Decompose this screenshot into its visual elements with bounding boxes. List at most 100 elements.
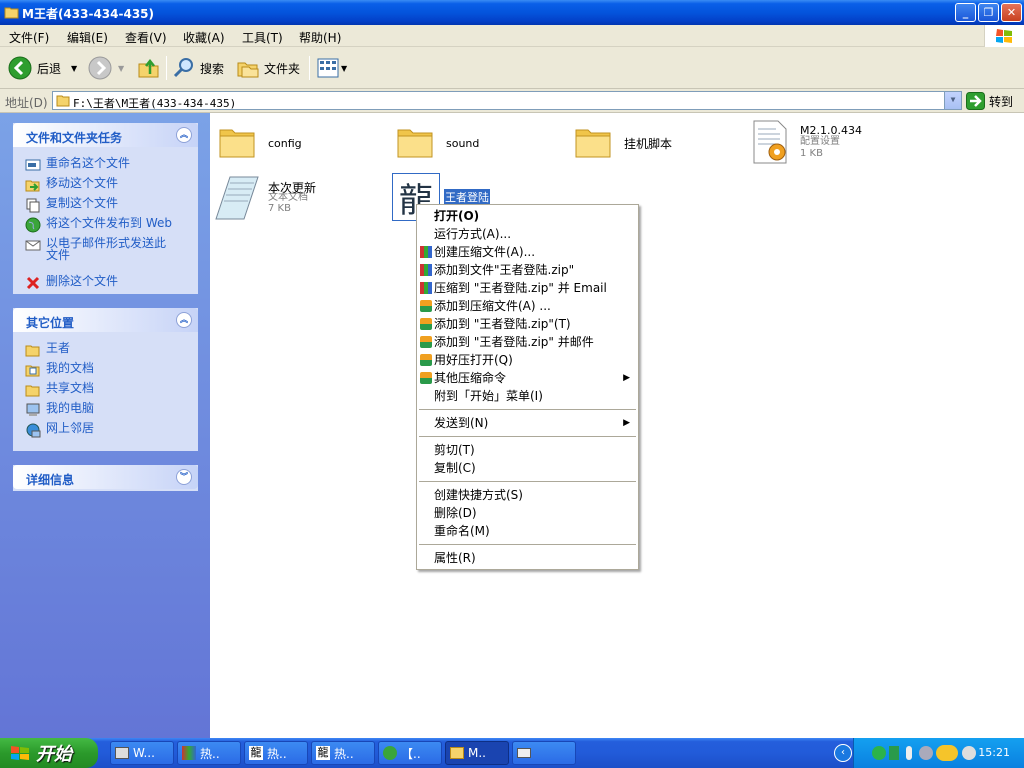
folders-button[interactable]: 文件夹 (236, 54, 300, 82)
email-icon (25, 240, 41, 251)
up-folder-button[interactable] (137, 54, 161, 82)
ctx-properties[interactable]: 属性(R) (417, 549, 638, 567)
place-shared-documents[interactable]: 共享文档 (25, 382, 94, 398)
archive-books-icon (182, 746, 196, 760)
file-config-settings[interactable]: M2.1.0.434 配置设置 1 KB (750, 117, 930, 171)
ctx-other-compress[interactable]: 其他压缩命令 ▶ (417, 369, 638, 387)
task-button-3[interactable]: 龍热.. (244, 741, 308, 765)
ctx-send-to[interactable]: 发送到(N) ▶ (417, 414, 638, 432)
collapse-chevron-icon[interactable]: ︽ (176, 312, 192, 328)
task-button-2[interactable]: 热.. (177, 741, 241, 765)
ctx-create-shortcut[interactable]: 创建快捷方式(S) (417, 486, 638, 504)
ctx-cut[interactable]: 剪切(T) (417, 441, 638, 459)
ctx-create-archive[interactable]: 创建压缩文件(A)... (417, 243, 638, 261)
folder-script[interactable]: 挂机脚本 (574, 123, 744, 173)
details-header[interactable]: 详细信息 ︾ (13, 465, 198, 489)
menu-tools[interactable]: 工具(T) (242, 29, 283, 46)
title-bar[interactable]: M王者(433-434-435) _ ❐ ✕ (0, 0, 1024, 25)
folder-icon (450, 747, 464, 759)
start-label: 开始 (36, 744, 72, 765)
ctx-open[interactable]: 打开(O) (417, 207, 638, 225)
task-button-5[interactable]: 【.. (378, 741, 442, 765)
tray-speaker-icon[interactable] (919, 746, 933, 760)
tray-media-icon[interactable] (962, 746, 976, 760)
forward-dropdown-icon[interactable]: ▼ (118, 64, 124, 73)
place-my-documents[interactable]: 我的文档 (25, 362, 94, 378)
folders-icon (237, 62, 259, 78)
task-button-4[interactable]: 龍热.. (311, 741, 375, 765)
menu-help[interactable]: 帮助(H) (299, 29, 341, 46)
other-places-header[interactable]: 其它位置 ︽ (13, 308, 198, 332)
file-tasks-header[interactable]: 文件和文件夹任务 ︽ (13, 123, 198, 147)
place-my-computer[interactable]: 我的电脑 (25, 402, 94, 418)
ctx-add-to-zip[interactable]: 添加到文件"王者登陆.zip" (417, 261, 638, 279)
archive-books-icon (420, 282, 432, 294)
back-button[interactable]: 后退 ▼ (8, 54, 77, 82)
task-button-6[interactable]: M.. (445, 741, 509, 765)
ctx-haozip-add-zip[interactable]: 添加到 "王者登陆.zip"(T) (417, 315, 638, 333)
expand-chevron-icon[interactable]: ︾ (176, 469, 192, 485)
haozip-icon (420, 372, 432, 384)
menu-view[interactable]: 查看(V) (125, 29, 167, 46)
taskbar: 开始 W... 热.. 龍热.. 龍热.. 【.. M.. ‹ 15:21 (0, 738, 1024, 768)
address-input[interactable]: F:\王者\M王者(433-434-435) ▼ (52, 91, 962, 110)
forward-button[interactable]: ▼ (88, 54, 124, 82)
collapse-chevron-icon[interactable]: ︽ (176, 127, 192, 143)
publish-web-label: 将这个文件发布到 Web (46, 216, 172, 230)
email-file-link[interactable]: 以电子邮件形式发送此文件 (25, 237, 185, 261)
publish-web-link[interactable]: 将这个文件发布到 Web (25, 217, 172, 233)
tray-network-icon[interactable] (872, 746, 886, 760)
minimize-button[interactable]: _ (955, 3, 976, 22)
my-documents-icon (25, 365, 40, 377)
ctx-pin-start[interactable]: 附到「开始」菜单(I) (417, 387, 638, 405)
go-label: 转到 (989, 94, 1014, 109)
close-button[interactable]: ✕ (1001, 3, 1022, 22)
ctx-run-as[interactable]: 运行方式(A)... (417, 225, 638, 243)
folder-config[interactable]: config (218, 123, 388, 173)
move-file-link[interactable]: 移动这个文件 (25, 177, 118, 193)
address-bar: 地址(D) F:\王者\M王者(433-434-435) ▼ 转到 (0, 89, 1024, 113)
config-file-icon (753, 120, 787, 164)
tray-qq-icon[interactable] (936, 745, 958, 761)
up-folder-icon (138, 58, 159, 78)
ctx-rename[interactable]: 重命名(M) (417, 522, 638, 540)
place-wangzhe[interactable]: 王者 (25, 342, 70, 358)
menu-edit[interactable]: 编辑(E) (67, 29, 108, 46)
haozip-icon (420, 300, 432, 312)
ctx-delete[interactable]: 删除(D) (417, 504, 638, 522)
task-button-1[interactable]: W... (110, 741, 174, 765)
rename-file-link[interactable]: 重命名这个文件 (25, 157, 130, 173)
menu-favorites[interactable]: 收藏(A) (183, 29, 225, 46)
delete-file-link[interactable]: 删除这个文件 (25, 275, 118, 291)
back-dropdown-icon[interactable]: ▼ (71, 64, 77, 73)
address-dropdown-button[interactable]: ▼ (944, 92, 961, 109)
views-button[interactable]: ▼ (316, 54, 347, 82)
ctx-haozip-add[interactable]: 添加到压缩文件(A) ... (417, 297, 638, 315)
tray-expand-chevron-icon[interactable]: ‹ (834, 744, 852, 762)
rename-file-label: 重命名这个文件 (46, 156, 131, 170)
views-dropdown-icon: ▼ (341, 63, 348, 73)
tray-thermometer-icon[interactable] (906, 746, 912, 760)
folder-sound[interactable]: sound (396, 123, 566, 173)
haozip-icon (420, 354, 432, 366)
delete-x-icon (26, 276, 40, 290)
email-file-label: 以电子邮件形式发送此文件 (46, 236, 167, 262)
copy-file-link[interactable]: 复制这个文件 (25, 197, 118, 213)
menu-file[interactable]: 文件(F) (9, 29, 49, 46)
details-title: 详细信息 (26, 473, 75, 487)
search-button[interactable]: 搜索 (172, 54, 224, 82)
ctx-haozip-add-mail[interactable]: 添加到 "王者登陆.zip" 并邮件 (417, 333, 638, 351)
place-network[interactable]: 网上邻居 (25, 422, 94, 438)
ctx-copy[interactable]: 复制(C) (417, 459, 638, 477)
file-update-notes[interactable]: 本次更新 文本文档 7 KB (214, 173, 394, 227)
ctx-haozip-open[interactable]: 用好压打开(Q) (417, 351, 638, 369)
start-button[interactable]: 开始 (0, 738, 98, 768)
tray-app-icon[interactable] (889, 746, 899, 760)
dragon-app-icon: 龍 (316, 746, 330, 760)
go-button[interactable]: 转到 (966, 92, 1013, 110)
maximize-button[interactable]: ❐ (978, 3, 999, 22)
context-menu: 打开(O) 运行方式(A)... 创建压缩文件(A)... 添加到文件"王者登陆… (416, 204, 639, 570)
ctx-compress-email[interactable]: 压缩到 "王者登陆.zip" 并 Email (417, 279, 638, 297)
task-button-7[interactable] (512, 741, 576, 765)
go-arrow-icon (966, 92, 985, 110)
